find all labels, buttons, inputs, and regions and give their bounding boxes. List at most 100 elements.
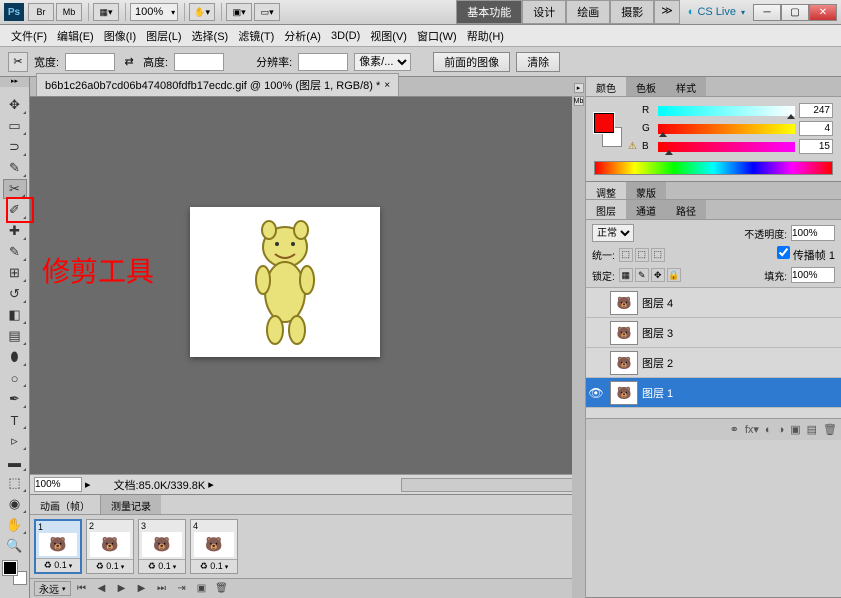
view-extras-button[interactable]: ▦▾ bbox=[93, 3, 119, 21]
brush-tool[interactable]: ✎ bbox=[3, 242, 27, 262]
menu-file[interactable]: 文件(F) bbox=[6, 26, 52, 46]
path-tool[interactable]: ▹ bbox=[3, 431, 27, 451]
fill-input[interactable] bbox=[791, 267, 835, 283]
opacity-input[interactable] bbox=[791, 225, 835, 241]
close-button[interactable]: ✕ bbox=[809, 4, 837, 21]
b-slider[interactable] bbox=[658, 142, 795, 152]
last-frame-button[interactable]: ⏭ bbox=[153, 581, 171, 597]
tween-button[interactable]: ⇥ bbox=[173, 581, 191, 597]
delete-frame-button[interactable]: 🗑 bbox=[213, 581, 231, 597]
menu-layer[interactable]: 图层(L) bbox=[141, 26, 186, 46]
type-tool[interactable]: T bbox=[3, 410, 27, 430]
eraser-tool[interactable]: ◧ bbox=[3, 305, 27, 325]
crop-tool[interactable]: ✂ bbox=[3, 179, 27, 199]
tab-channels[interactable]: 通道 bbox=[626, 200, 666, 219]
tab-masks[interactable]: 蒙版 bbox=[626, 182, 666, 199]
new-layer-icon[interactable]: ▤ bbox=[807, 423, 817, 436]
screenmode-button[interactable]: ▭▾ bbox=[254, 3, 280, 21]
animation-frame[interactable]: 4🐻♻ 0.1 bbox=[190, 519, 238, 574]
document-tab-close[interactable]: × bbox=[384, 80, 390, 91]
mb-strip-icon[interactable]: Mb bbox=[574, 96, 584, 106]
hand-tool[interactable]: ✋ bbox=[3, 515, 27, 535]
visibility-toggle[interactable]: 👁 bbox=[586, 386, 606, 400]
color-swatches[interactable] bbox=[3, 561, 27, 585]
group-icon[interactable]: ▣ bbox=[790, 423, 800, 436]
menu-image[interactable]: 图像(I) bbox=[99, 26, 141, 46]
minimize-button[interactable]: ─ bbox=[753, 4, 781, 21]
tab-adjustments[interactable]: 调整 bbox=[586, 182, 626, 199]
menu-3d[interactable]: 3D(D) bbox=[326, 28, 365, 44]
menu-select[interactable]: 选择(S) bbox=[187, 26, 234, 46]
stamp-tool[interactable]: ⊞ bbox=[3, 263, 27, 283]
document-tab[interactable]: b6b1c26a0b7cd06b474080fdfb17ecdc.gif @ 1… bbox=[36, 73, 399, 96]
workspace-tab-design[interactable]: 设计 bbox=[522, 0, 566, 24]
zoom-combo[interactable]: 100% bbox=[130, 3, 178, 21]
workspace-tab-essentials[interactable]: 基本功能 bbox=[456, 0, 522, 24]
animation-tab-measure[interactable]: 测量记录 bbox=[101, 495, 161, 514]
animation-tab-frames[interactable]: 动画（帧） bbox=[30, 495, 101, 514]
dodge-tool[interactable]: ○ bbox=[3, 368, 27, 388]
toolbox-collapse[interactable]: ▸▸ bbox=[0, 77, 29, 87]
tab-paths[interactable]: 路径 bbox=[666, 200, 706, 219]
spectrum-ramp[interactable] bbox=[594, 161, 833, 175]
tab-layers[interactable]: 图层 bbox=[586, 200, 626, 219]
height-input[interactable] bbox=[174, 53, 224, 71]
menu-view[interactable]: 视图(V) bbox=[365, 26, 412, 46]
g-input[interactable] bbox=[799, 121, 833, 136]
menu-help[interactable]: 帮助(H) bbox=[462, 26, 509, 46]
lock-icons[interactable]: ▦✎✥🔒 bbox=[619, 268, 681, 282]
cslive-button[interactable]: CS Live bbox=[688, 6, 745, 18]
quickselect-tool[interactable]: ✎ bbox=[3, 158, 27, 178]
animation-frame[interactable]: 3🐻♻ 0.1 bbox=[138, 519, 186, 574]
propagate-checkbox[interactable]: 传播帧 1 bbox=[777, 246, 835, 263]
clear-button[interactable]: 清除 bbox=[516, 52, 560, 72]
workspace-more[interactable]: ≫ bbox=[654, 0, 680, 24]
loop-select[interactable]: 永远 bbox=[34, 581, 71, 596]
status-zoom-menu[interactable]: ▸ bbox=[82, 478, 94, 491]
mask-icon[interactable]: ◐ bbox=[765, 424, 772, 436]
adjustment-layer-icon[interactable]: ◑ bbox=[778, 424, 785, 436]
maximize-button[interactable]: ▢ bbox=[781, 4, 809, 21]
tab-color[interactable]: 颜色 bbox=[586, 77, 626, 96]
menu-window[interactable]: 窗口(W) bbox=[412, 26, 462, 46]
r-input[interactable] bbox=[799, 103, 833, 118]
workspace-tab-photography[interactable]: 摄影 bbox=[610, 0, 654, 24]
strip-icon[interactable]: ▸ bbox=[574, 83, 584, 93]
marquee-tool[interactable]: ▭ bbox=[3, 116, 27, 136]
lasso-tool[interactable]: ⊃ bbox=[3, 137, 27, 157]
bridge-button[interactable]: Br bbox=[28, 3, 54, 21]
layer-row[interactable]: 👁🐻图层 1 bbox=[586, 378, 841, 408]
delete-layer-icon[interactable]: 🗑 bbox=[823, 423, 837, 436]
history-brush-tool[interactable]: ↺ bbox=[3, 284, 27, 304]
fx-icon[interactable]: fx▾ bbox=[745, 423, 759, 436]
minibridge-button[interactable]: Mb bbox=[56, 3, 82, 21]
fg-bg-swatch[interactable] bbox=[594, 113, 622, 147]
move-tool[interactable]: ✥ bbox=[3, 95, 27, 115]
menu-filter[interactable]: 滤镜(T) bbox=[233, 26, 279, 46]
r-slider[interactable] bbox=[658, 106, 795, 116]
blend-mode-select[interactable]: 正常 bbox=[592, 224, 634, 242]
resolution-unit-select[interactable]: 像素/... bbox=[354, 53, 411, 71]
menu-edit[interactable]: 编辑(E) bbox=[52, 26, 99, 46]
link-layers-icon[interactable]: ⚭ bbox=[730, 423, 739, 436]
3d-camera-tool[interactable]: ◉ bbox=[3, 494, 27, 514]
new-frame-button[interactable]: ▣ bbox=[193, 581, 211, 597]
prev-frame-button[interactable]: ◀ bbox=[93, 581, 111, 597]
tab-swatches[interactable]: 色板 bbox=[626, 77, 666, 96]
3d-tool[interactable]: ⬚ bbox=[3, 473, 27, 493]
unify-icons[interactable]: ⬚⬚⬚ bbox=[619, 248, 665, 262]
layer-row[interactable]: 🐻图层 4 bbox=[586, 288, 841, 318]
play-button[interactable]: ▶ bbox=[113, 581, 131, 597]
animation-frame[interactable]: 2🐻♻ 0.1 bbox=[86, 519, 134, 574]
next-frame-button[interactable]: ▶ bbox=[133, 581, 151, 597]
menu-analysis[interactable]: 分析(A) bbox=[279, 26, 326, 46]
b-input[interactable] bbox=[799, 139, 833, 154]
hscrollbar[interactable] bbox=[401, 478, 581, 492]
zoom-tool[interactable]: 🔍 bbox=[3, 536, 27, 556]
layer-row[interactable]: 🐻图层 2 bbox=[586, 348, 841, 378]
width-input[interactable] bbox=[65, 53, 115, 71]
gradient-tool[interactable]: ▤ bbox=[3, 326, 27, 346]
resolution-input[interactable] bbox=[298, 53, 348, 71]
tab-styles[interactable]: 样式 bbox=[666, 77, 706, 96]
arrange-button[interactable]: ▣▾ bbox=[226, 3, 252, 21]
